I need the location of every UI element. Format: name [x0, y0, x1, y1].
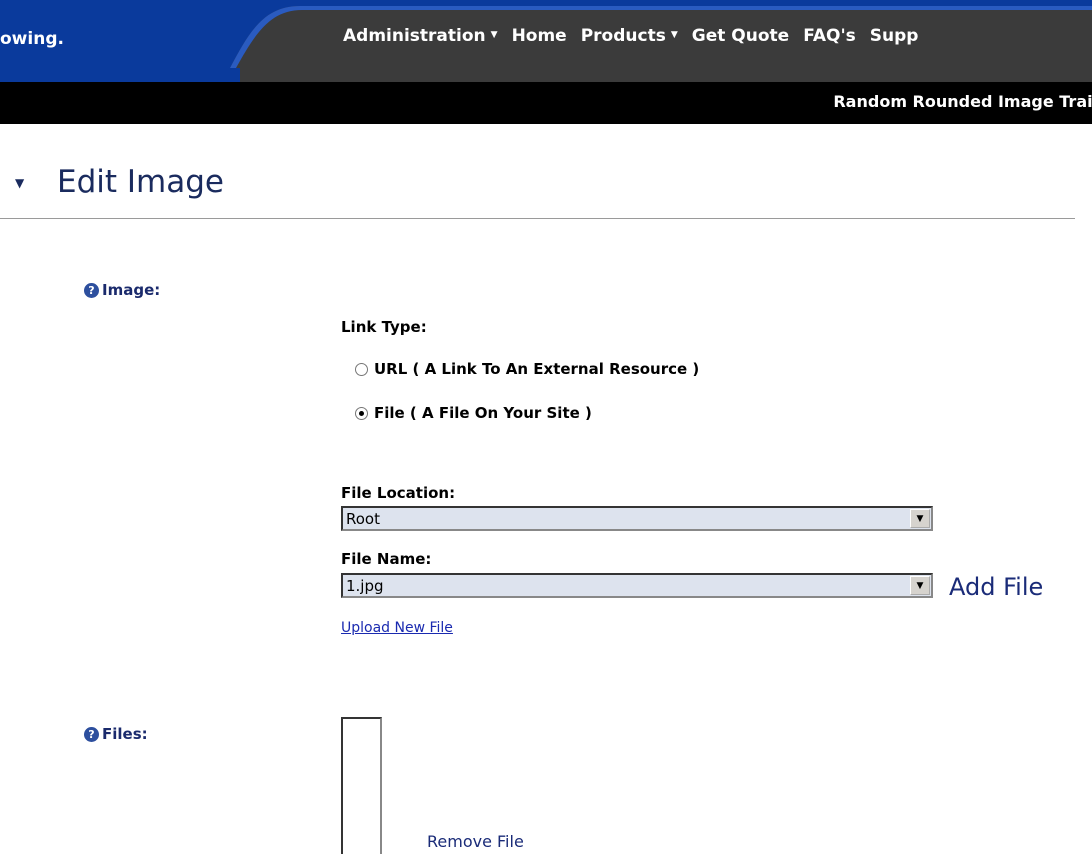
files-label-text: Files:: [102, 725, 148, 743]
file-name-value: 1.jpg: [346, 576, 384, 595]
radio-url-label: URL ( A Link To An External Resource ): [374, 360, 700, 378]
menu-item-label: Supp: [869, 26, 919, 46]
menu-item-support[interactable]: Supp: [870, 26, 919, 46]
site-title-bar: Random Rounded Image Train: [0, 82, 1092, 124]
menu-item-products[interactable]: Products ▼: [581, 26, 678, 46]
radio-file-label: File ( A File On Your Site ): [374, 404, 592, 422]
menu-item-get-quote[interactable]: Get Quote: [692, 26, 789, 46]
dropdown-caret-icon: ▼: [670, 30, 678, 40]
page-title: Edit Image: [57, 164, 224, 200]
main-menu: Administration ▼ Home Products ▼ Get Quo…: [343, 26, 932, 46]
radio-file[interactable]: [355, 406, 368, 420]
radio-url[interactable]: [355, 362, 368, 376]
add-file-link[interactable]: Add File: [949, 573, 1043, 601]
top-navigation-bar: owing. Administration ▼ Home Products ▼ …: [0, 0, 1092, 82]
radio-file-option[interactable]: File ( A File On Your Site ): [355, 404, 592, 422]
menu-item-label: Administration: [343, 26, 486, 46]
file-location-value: Root: [346, 509, 380, 528]
file-name-select[interactable]: 1.jpg ▼: [341, 573, 933, 598]
menu-item-label: Products: [580, 26, 666, 46]
nav-left-text: owing.: [0, 29, 64, 49]
remove-file-link[interactable]: Remove File: [427, 832, 524, 851]
menu-item-home[interactable]: Home: [512, 26, 567, 46]
help-icon[interactable]: ?: [84, 282, 99, 298]
chevron-down-icon[interactable]: ▼: [910, 509, 930, 528]
menu-item-label: Get Quote: [691, 26, 790, 46]
file-name-label: File Name:: [341, 550, 432, 568]
menu-item-faqs[interactable]: FAQ's: [803, 26, 856, 46]
files-listbox[interactable]: [341, 717, 382, 854]
menu-item-administration[interactable]: Administration ▼: [343, 26, 498, 46]
section-header: ▼ Edit Image: [0, 158, 1075, 219]
menu-item-label: Home: [511, 26, 567, 46]
radio-url-option[interactable]: URL ( A Link To An External Resource ): [355, 360, 699, 378]
site-title: Random Rounded Image Train: [833, 92, 1092, 111]
dropdown-caret-icon: ▼: [490, 30, 498, 40]
upload-new-file-link[interactable]: Upload New File: [341, 620, 453, 636]
image-field-label: ? Image:: [84, 281, 160, 299]
files-field-label: ? Files:: [84, 725, 148, 743]
help-icon[interactable]: ?: [84, 726, 99, 742]
file-location-select[interactable]: Root ▼: [341, 506, 933, 531]
image-label-text: Image:: [102, 281, 161, 299]
link-type-label: Link Type:: [341, 318, 427, 336]
menu-item-label: FAQ's: [803, 26, 856, 46]
chevron-down-icon[interactable]: ▼: [910, 576, 930, 595]
collapse-toggle-icon[interactable]: ▼: [15, 176, 24, 190]
file-location-label: File Location:: [341, 484, 456, 502]
